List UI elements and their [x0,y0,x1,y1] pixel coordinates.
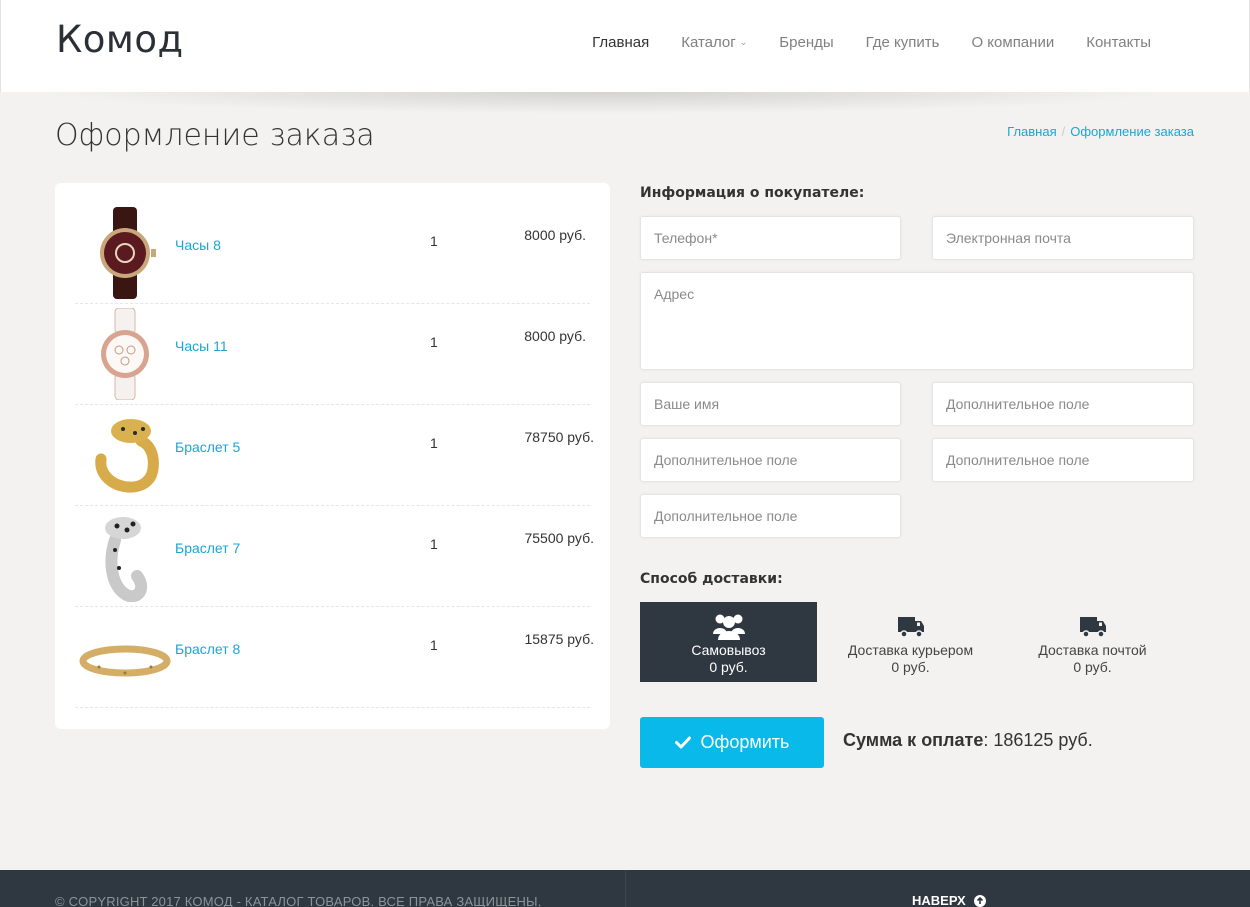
truck-icon [1079,617,1106,638]
delivery-option-pickup[interactable]: Самовывоз 0 руб. [640,602,817,682]
product-qty: 1 [430,334,438,350]
nav-item-where-to-buy[interactable]: Где купить [866,34,940,51]
cart-row: Часы 8 1 8000 руб. [75,203,590,304]
nav-item-label: Контакты [1086,34,1151,51]
breadcrumb-current[interactable]: Оформление заказа [1070,124,1194,139]
email-field[interactable] [932,216,1194,260]
product-name-link[interactable]: Часы 8 [175,237,221,253]
extra-field-4[interactable] [640,494,901,538]
delivery-option-price: 0 руб. [891,659,930,675]
nav-item-home[interactable]: Главная [592,34,649,51]
back-to-top-label: НАВЕРХ [912,893,966,907]
delivery-option-name: Доставка почтой [1038,642,1147,658]
breadcrumb-separator: / [1061,124,1066,139]
arrow-up-icon [973,894,986,907]
watch-dark-image[interactable] [79,207,171,299]
delivery-heading: Способ доставки: [640,571,783,587]
breadcrumb-home[interactable]: Главная [1007,124,1056,139]
product-name-link[interactable]: Браслет 8 [175,641,240,657]
name-field[interactable] [640,382,901,426]
cart-panel: Часы 8 1 8000 руб. Часы 11 1 8000 руб. Б… [55,183,610,729]
nav-item-catalog[interactable]: Каталог ⌄ [681,34,747,51]
header-shadow [40,92,1170,114]
product-name-link[interactable]: Браслет 5 [175,439,240,455]
nav-item-contacts[interactable]: Контакты [1086,34,1151,51]
nav-item-label: Каталог [681,34,736,51]
product-qty: 1 [430,637,438,653]
product-name-link[interactable]: Часы 11 [175,338,228,354]
delivery-option-price: 0 руб. [1073,659,1112,675]
address-field[interactable] [640,272,1194,370]
delivery-option-post[interactable]: Доставка почтой 0 руб. [1004,602,1181,682]
order-total-label: Сумма к оплате [843,730,984,750]
delivery-option-name: Доставка курьером [847,642,974,658]
cart-row: Браслет 7 1 75500 руб. [75,506,594,607]
order-total-value: : 186125 руб. [983,730,1093,750]
bracelet-panther-gold-image[interactable] [79,409,171,501]
product-name-link[interactable]: Браслет 7 [175,540,240,556]
main-nav: Главная Каталог ⌄ Бренды Где купить О ком… [592,34,1151,51]
bracelet-bangle-gold-image[interactable] [79,611,171,703]
copyright-text: © COPYRIGHT 2017 КОМОД - КАТАЛОГ ТОВАРОВ… [55,894,542,907]
product-qty: 1 [430,536,438,552]
breadcrumb: Главная / Оформление заказа [1007,124,1194,139]
buyer-info-heading: Информация о покупателе: [640,185,865,201]
delivery-option-price: 0 руб. [709,659,748,675]
site-logo[interactable]: Комод [56,18,184,61]
product-price: 78750 руб. [524,429,594,445]
extra-field-3[interactable] [932,438,1194,482]
nav-item-label: Главная [592,34,650,51]
chevron-down-icon: ⌄ [739,37,748,47]
site-footer: © COPYRIGHT 2017 КОМОД - КАТАЛОГ ТОВАРОВ… [0,870,1250,907]
checkout-button-label: Оформить [700,732,790,752]
users-icon [712,614,745,640]
product-qty: 1 [430,435,438,451]
page-title: Оформление заказа [55,118,375,153]
product-price: 75500 руб. [524,530,594,546]
product-price: 8000 руб. [524,328,586,344]
cart-row: Браслет 8 1 15875 руб. [75,607,594,708]
nav-item-brands[interactable]: Бренды [779,34,833,51]
product-qty: 1 [430,233,438,249]
watch-rose-image[interactable] [79,308,171,400]
product-price: 15875 руб. [524,631,594,647]
checkmark-icon [674,736,691,749]
cart-row: Браслет 5 1 78750 руб. [75,405,594,506]
back-to-top-button[interactable]: НАВЕРХ [912,893,986,907]
nav-item-label: О компании [971,34,1055,51]
delivery-option-name: Самовывоз [691,642,766,658]
checkout-button[interactable]: Оформить [640,717,824,768]
cart-row: Часы 11 1 8000 руб. [75,304,590,405]
footer-divider [625,870,626,907]
product-price: 8000 руб. [524,227,586,243]
bracelet-panther-silver-image[interactable] [79,510,171,602]
order-total: Сумма к оплате: 186125 руб. [843,730,1093,751]
truck-icon [897,617,924,638]
nav-item-label: Бренды [779,34,834,51]
nav-item-about[interactable]: О компании [971,34,1054,51]
nav-item-label: Где купить [865,34,940,51]
extra-field-2[interactable] [640,438,901,482]
site-header: Комод Главная Каталог ⌄ Бренды Где купить… [0,0,1250,92]
extra-field-1[interactable] [932,382,1194,426]
phone-field[interactable] [640,216,901,260]
delivery-option-courier[interactable]: Доставка курьером 0 руб. [822,602,999,682]
